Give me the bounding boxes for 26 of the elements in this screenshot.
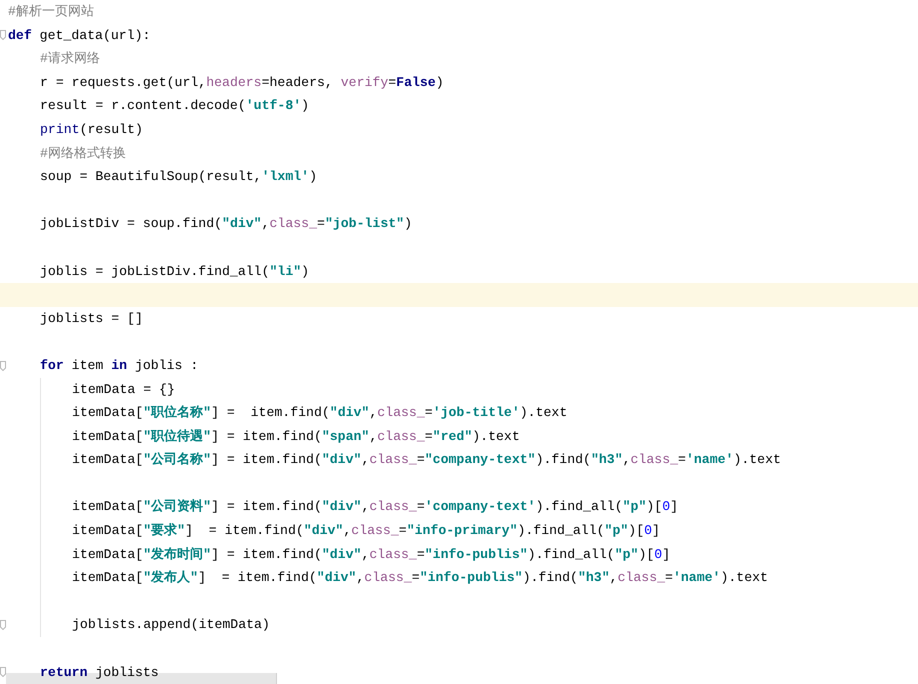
code-line: r = requests.get(url,headers=headers, verify=False)	[39, 74, 444, 92]
code-line: result = r.content.decode('utf-8')	[39, 97, 310, 116]
code-line: itemData["公司资料"] = item.find("div",class_='company-text').find_all("p")[0]	[71, 498, 678, 516]
code-line: #解析一页网站	[7, 3, 94, 21]
code-line: joblists.append(itemData)	[71, 616, 270, 634]
code-line: for item in joblis :	[39, 356, 198, 375]
code-line: itemData["发布时间"] = item.find("div",class_="info-publis").find_all("p")[0]	[71, 546, 670, 564]
code-line: jobListDiv = soup.find("div",class_="job-list")	[39, 215, 412, 234]
code-line: itemData["职位待遇"] = item.find("span",class_="red").text	[71, 428, 520, 446]
code-line: itemData["职位名称"] = item.find("div",class_='job-title').text	[71, 404, 568, 422]
code-line: itemData["公司名称"] = item.find("div",class_="company-text").find("h3",class_='name').text	[71, 451, 781, 470]
fold-marker-icon[interactable]	[0, 620, 6, 630]
code-line: itemData["发布人"] = item.find("div",class_="info-publis").find("h3",class_='name').text	[71, 569, 768, 588]
fold-marker-icon[interactable]	[0, 360, 6, 371]
code-line: itemData["要求"] = item.find("div",class_="info-primary").find_all("p")[0]	[71, 522, 660, 540]
code-line: joblists = []	[39, 310, 143, 328]
code-line: #网络格式转换	[39, 144, 126, 163]
code-line: def get_data(url):	[7, 26, 150, 45]
code-line: soup = BeautifulSoup(result,'lxml')	[39, 168, 317, 186]
fold-marker-icon[interactable]	[0, 30, 6, 40]
code-line: return joblists	[39, 664, 159, 682]
code-line: itemData = {}	[71, 380, 175, 398]
code-line: #请求网络	[39, 50, 100, 68]
code-line: joblis = jobListDiv.find_all("li")	[39, 262, 310, 281]
code-line: print(result)	[39, 120, 143, 139]
fold-marker-icon[interactable]	[0, 667, 6, 678]
